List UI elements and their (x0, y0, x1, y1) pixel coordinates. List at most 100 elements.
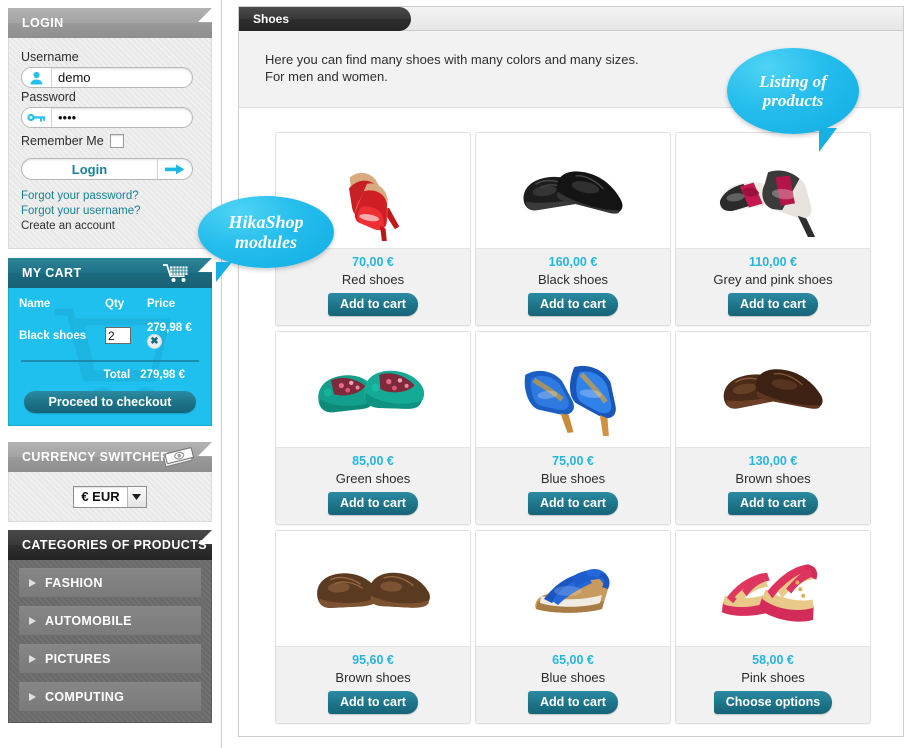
add-to-cart-button[interactable]: Add to cart (528, 293, 618, 316)
product-image-brown-dress-shoes (676, 332, 870, 447)
callout-line-1: Listing of (759, 71, 827, 91)
product-name: Blue shoes (540, 471, 606, 486)
category-label: FASHION (45, 576, 103, 590)
cart-item-name: Black shoes (19, 329, 87, 342)
product-image-blue-wedge-sandals (476, 531, 670, 646)
username-label: Username (21, 50, 79, 64)
callout-line-1: HikaShop (228, 211, 304, 232)
product-card[interactable]: 95,60 € Brown shoes Add to cart (275, 530, 471, 724)
callout-text: Listing of products (759, 72, 827, 110)
product-footer: 65,00 € Blue shoes Add to cart (476, 646, 670, 723)
login-module: LOGIN Username Password (8, 8, 212, 249)
remember-me-label: Remember Me (21, 134, 104, 148)
callout-line-2: modules (234, 232, 297, 252)
cart-module: MY CART Name Qty Price Black shoes 2 279… (8, 258, 212, 426)
create-account-link[interactable]: Create an account (21, 219, 199, 234)
product-card[interactable]: 65,00 € Blue shoes Add to cart (475, 530, 671, 724)
product-card[interactable]: 110,00 € Grey and pink shoes Add to cart (675, 132, 871, 326)
product-footer: 75,00 € Blue shoes Add to cart (476, 447, 670, 524)
add-to-cart-button[interactable]: Add to cart (728, 492, 818, 515)
product-price: 85,00 € (352, 454, 394, 468)
username-input[interactable] (52, 68, 192, 87)
product-name: Black shoes (537, 272, 609, 287)
username-field-wrap[interactable] (21, 67, 193, 88)
product-card[interactable]: 130,00 € Brown shoes Add to cart (675, 331, 871, 525)
product-name: Red shoes (341, 272, 405, 287)
password-field-wrap[interactable] (21, 107, 193, 128)
product-price: 160,00 € (548, 255, 598, 269)
cart-col-price: Price (147, 298, 176, 310)
add-to-cart-button[interactable]: Add to cart (728, 293, 818, 316)
remember-me-row[interactable]: Remember Me (21, 134, 199, 148)
login-module-title: LOGIN (22, 16, 64, 30)
proceed-to-checkout-button[interactable]: Proceed to checkout (24, 391, 196, 413)
currency-selected-value: € EUR (81, 489, 120, 504)
cart-total-label: Total (103, 369, 131, 381)
cart-module-title: MY CART (22, 266, 82, 280)
currency-select[interactable]: € EUR (73, 485, 147, 508)
tab-shoes[interactable]: Shoes (239, 7, 411, 31)
tab-bar: Shoes (239, 7, 903, 31)
add-to-cart-button[interactable]: Add to cart (328, 691, 418, 714)
triangle-right-icon (29, 579, 36, 587)
remember-me-checkbox[interactable] (109, 134, 124, 148)
category-item-pictures[interactable]: PICTURES (19, 644, 201, 674)
login-submit-bar[interactable]: Login (21, 158, 193, 180)
forgot-password-link[interactable]: Forgot your password? (21, 189, 199, 204)
product-card[interactable]: 58,00 € Pink shoes Choose options (675, 530, 871, 724)
cart-total-value: 279,98 € (140, 369, 185, 381)
password-input[interactable] (52, 108, 192, 127)
product-image-black-dress-shoes (476, 133, 670, 248)
cart-table-header-row: Name Qty Price (19, 296, 201, 320)
arrow-right-icon[interactable] (158, 159, 192, 179)
product-price: 65,00 € (552, 653, 594, 667)
product-card[interactable]: 85,00 € Green shoes Add to cart (275, 331, 471, 525)
currency-module-body: € EUR (8, 472, 212, 522)
categories-module-title: CATEGORIES OF PRODUCTS (22, 538, 207, 552)
money-icon (162, 447, 194, 478)
callout-tail (216, 262, 232, 282)
remove-item-button[interactable]: ✖ (147, 334, 162, 349)
product-footer: 85,00 € Green shoes Add to cart (276, 447, 470, 524)
product-card[interactable]: 160,00 € Black shoes Add to cart (475, 132, 671, 326)
product-image-brown-oxfords (276, 531, 470, 646)
category-label: AUTOMOBILE (45, 614, 132, 628)
category-item-automobile[interactable]: AUTOMOBILE (19, 606, 201, 636)
category-item-fashion[interactable]: FASHION (19, 568, 201, 598)
product-image-grey-pink-pumps (676, 133, 870, 248)
product-footer: 160,00 € Black shoes Add to cart (476, 248, 670, 325)
cart-qty-input[interactable] (105, 327, 131, 344)
category-item-computing[interactable]: COMPUTING (19, 682, 201, 712)
product-footer: 95,60 € Brown shoes Add to cart (276, 646, 470, 723)
user-icon (22, 68, 52, 87)
product-price: 95,60 € (352, 653, 394, 667)
product-footer: 130,00 € Brown shoes Add to cart (676, 447, 870, 524)
login-button[interactable]: Login (22, 159, 158, 179)
product-price: 110,00 € (749, 255, 797, 269)
add-to-cart-button[interactable]: Add to cart (528, 691, 618, 714)
add-to-cart-button[interactable]: Add to cart (528, 492, 618, 515)
triangle-right-icon (29, 693, 36, 701)
categories-module-header: CATEGORIES OF PRODUCTS (8, 530, 212, 560)
choose-options-button[interactable]: Choose options (713, 691, 833, 714)
cart-total-row: Total 279,98 € (19, 369, 201, 381)
cart-item-row: Black shoes 279,98 € ✖ (19, 320, 201, 351)
callout-line-2: products (762, 91, 824, 110)
product-price: 75,00 € (552, 454, 594, 468)
product-name: Pink shoes (741, 670, 805, 685)
callout-hikashop-modules: HikaShop modules (198, 196, 334, 282)
product-card[interactable]: 75,00 € Blue shoes Add to cart (475, 331, 671, 525)
cart-module-header: MY CART (8, 258, 212, 288)
cart-item-price-cell: 279,98 € ✖ (147, 320, 201, 351)
product-footer: 58,00 € Pink shoes Choose options (676, 646, 870, 723)
forgot-username-link[interactable]: Forgot your username? (21, 204, 199, 219)
add-to-cart-button[interactable]: Add to cart (328, 293, 418, 316)
product-name: Grey and pink shoes (713, 272, 833, 287)
cart-item-qty-cell (105, 320, 147, 351)
add-to-cart-button[interactable]: Add to cart (328, 492, 418, 515)
cart-table: Name Qty Price Black shoes 279,9 (19, 296, 201, 351)
triangle-right-icon (29, 655, 36, 663)
chevron-down-icon[interactable] (126, 486, 146, 507)
cart-col-qty: Qty (105, 298, 125, 310)
corner-fold-icon (198, 258, 212, 272)
